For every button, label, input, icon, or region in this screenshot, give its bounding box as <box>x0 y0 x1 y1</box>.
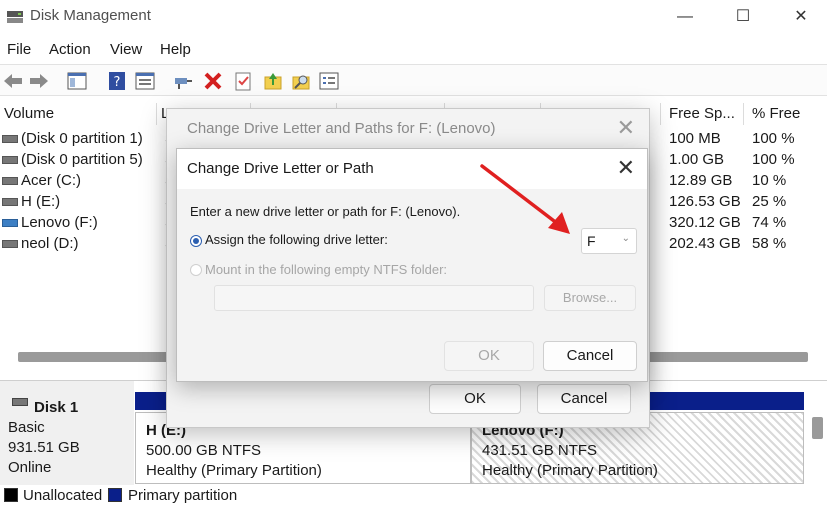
legend-swatch-primary <box>108 488 122 502</box>
mount-folder-radio[interactable] <box>190 264 202 276</box>
delete-icon[interactable] <box>202 70 224 92</box>
upload-folder-icon[interactable] <box>262 70 284 92</box>
partition-status: Healthy (Primary Partition) <box>146 462 322 479</box>
title-bar: Disk Management — ☐ ✕ <box>0 0 827 34</box>
drive-letter-value: F <box>587 233 596 249</box>
back-arrow-icon[interactable] <box>2 70 24 92</box>
help-icon[interactable]: ? <box>106 70 128 92</box>
close-window-button[interactable]: ✕ <box>778 4 824 30</box>
disk-type: Basic <box>8 419 45 436</box>
column-header-percent-free[interactable]: % Free <box>744 103 827 125</box>
outer-cancel-button[interactable]: Cancel <box>537 384 631 414</box>
mount-folder-label[interactable]: Mount in the following empty NTFS folder… <box>205 262 447 277</box>
volume-icon <box>2 219 18 227</box>
menu-view[interactable]: View <box>110 41 142 58</box>
disk-management-icon <box>7 11 23 23</box>
outer-close-icon[interactable]: ✕ <box>617 115 635 141</box>
drive-letter-select[interactable]: F ⌄ <box>581 228 637 254</box>
outer-dialog-title: Change Drive Letter and Paths for F: (Le… <box>187 120 496 137</box>
disk-status: Online <box>8 459 52 476</box>
browse-button[interactable]: Browse... <box>544 285 636 311</box>
disk-info[interactable]: Disk 1 Basic 931.51 GB Online <box>0 381 134 485</box>
minimize-button[interactable]: — <box>662 4 708 30</box>
window-title: Disk Management <box>30 7 151 24</box>
instruction-text: Enter a new drive letter or path for F: … <box>190 204 461 219</box>
menu-action[interactable]: Action <box>49 41 91 58</box>
column-header-volume[interactable]: Volume <box>0 103 157 125</box>
inner-close-icon[interactable]: ✕ <box>617 155 635 181</box>
volume-icon <box>2 198 18 206</box>
annotation-arrow-icon <box>480 164 570 234</box>
menu-file[interactable]: File <box>7 41 31 58</box>
svg-text:?: ? <box>114 75 121 90</box>
disk-size: 931.51 GB <box>8 439 80 456</box>
connect-icon[interactable] <box>172 70 194 92</box>
vertical-scrollbar[interactable] <box>812 417 823 439</box>
console-tree-icon[interactable] <box>66 70 88 92</box>
partition-status: Healthy (Primary Partition) <box>482 462 658 479</box>
legend-unallocated: Unallocated <box>23 487 103 504</box>
legend: Unallocated Primary partition <box>0 484 827 508</box>
partition-size: 431.51 GB NTFS <box>482 442 598 459</box>
disk-icon <box>12 398 28 406</box>
properties-icon[interactable] <box>134 70 156 92</box>
list-view-icon[interactable] <box>318 70 340 92</box>
chevron-down-icon: ⌄ <box>621 233 630 244</box>
volume-icon <box>2 177 18 185</box>
disk-name: Disk 1 <box>34 399 79 416</box>
inner-cancel-button[interactable]: Cancel <box>543 341 637 371</box>
volume-icon <box>2 240 18 248</box>
volume-icon <box>2 135 18 143</box>
folder-path-input[interactable] <box>214 285 534 311</box>
check-document-icon[interactable] <box>232 70 254 92</box>
assign-letter-radio[interactable] <box>190 235 202 247</box>
volume-icon <box>2 156 18 164</box>
menu-help[interactable]: Help <box>160 41 191 58</box>
search-folder-icon[interactable] <box>290 70 312 92</box>
maximize-button[interactable]: ☐ <box>720 4 766 30</box>
assign-letter-label[interactable]: Assign the following drive letter: <box>205 232 388 247</box>
toolbar: ? <box>0 64 827 96</box>
legend-primary: Primary partition <box>128 487 238 504</box>
inner-ok-button[interactable]: OK <box>444 341 534 371</box>
forward-arrow-icon[interactable] <box>28 70 50 92</box>
column-header-free-space[interactable]: Free Sp... <box>661 103 744 125</box>
outer-ok-button[interactable]: OK <box>429 384 521 414</box>
legend-swatch-unallocated <box>4 488 18 502</box>
menu-bar: File Action View Help <box>0 38 827 62</box>
inner-dialog-title: Change Drive Letter or Path <box>187 160 374 177</box>
partition-size: 500.00 GB NTFS <box>146 442 262 459</box>
